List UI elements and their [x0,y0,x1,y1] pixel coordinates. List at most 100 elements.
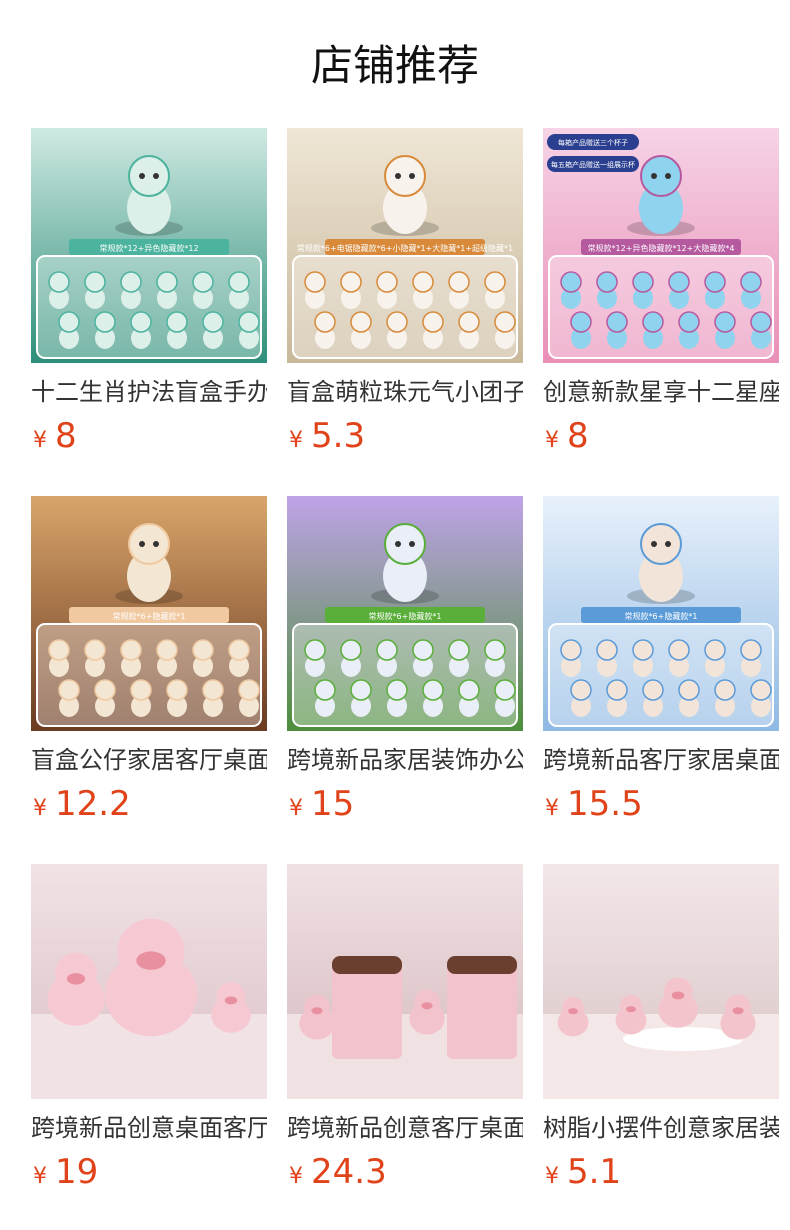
figure-eye [139,173,145,179]
lineup-figure-head [314,311,336,333]
figure-eye [665,541,671,547]
hero-figure-head [128,523,170,565]
pig-snout [732,1007,744,1015]
product-image[interactable]: 常规款*6+隐藏款*1 [287,496,523,731]
lineup-figure-head [376,639,398,661]
price-value: 12.2 [55,784,131,824]
lineup-figure-head [458,679,480,701]
product-image[interactable] [287,864,523,1099]
lineup-figure-head [412,271,434,293]
lineup-figure-head [350,679,372,701]
currency-symbol: ¥ [289,428,303,453]
product-price: ¥5.3 [289,416,365,456]
lineup-figure-head [458,311,480,333]
lineup-figure-head [570,311,592,333]
product-price: ¥12.2 [33,784,131,824]
lineup-figure-head [340,639,362,661]
figure-eye [153,173,159,179]
figure-eye [395,173,401,179]
hero-figure-head [640,155,682,197]
lineup-figure-head [120,271,142,293]
lineup-figure-head [750,311,772,333]
product-image[interactable] [543,864,779,1099]
lineup-figure-head [48,271,70,293]
hero-figure-head [640,523,682,565]
product-photo: 常规款*6+隐藏款*1 [31,496,267,731]
lineup-figure-head [494,679,516,701]
product-image[interactable]: 常规款*12+异色隐藏款*12 [31,128,267,363]
product-image[interactable]: 常规款*6+隐藏款*1 [543,496,779,731]
series-banner-text: 常规款*6+电锯隐藏款*6+小隐藏*1+大隐藏*1+超级隐藏*1 [297,243,513,253]
product-photo [287,864,523,1099]
series-banner-text: 常规款*6+隐藏款*1 [113,611,186,621]
product-card[interactable]: 常规款*6+隐藏款*1 跨境新品家居装饰办公 ¥15 [287,496,523,824]
figure-eye [665,173,671,179]
product-card[interactable]: 跨境新品创意桌面客厅 ¥19 [31,864,267,1192]
lineup-figure-head [750,679,772,701]
pig-snout [66,973,86,985]
lineup-figure-head [202,679,224,701]
product-name[interactable]: 盲盒公仔家居客厅桌面 [31,744,267,776]
product-image[interactable] [31,864,267,1099]
currency-symbol: ¥ [33,796,47,821]
product-card[interactable]: 跨境新品创意客厅桌面 ¥24.3 [287,864,523,1192]
product-name[interactable]: 盲盒萌粒珠元气小团子 [287,376,523,408]
promo-note-text: 每五箱产品赠送一组展示杯 [551,160,635,169]
lineup-figure-head [130,679,152,701]
lineup-figure-head [314,679,336,701]
product-card[interactable]: 常规款*6+隐藏款*1 盲盒公仔家居客厅桌面 ¥12.2 [31,496,267,824]
lineup-figure-head [740,271,762,293]
lineup-figure-head [228,271,250,293]
product-card[interactable]: 树脂小摆件创意家居装饰 ¥5.1 [543,864,779,1192]
lineup-figure-head [632,639,654,661]
price-value: 8 [55,416,77,456]
lineup-figure-head [494,311,516,333]
series-banner-text: 常规款*6+隐藏款*1 [625,611,698,621]
product-name[interactable]: 创意新款星享十二星座 [543,376,779,408]
product-photo: 常规款*12+异色隐藏款*12+大隐藏款*4 每箱产品赠送三个杯子每五箱产品赠送一… [543,128,779,363]
product-image[interactable]: 常规款*6+电锯隐藏款*6+小隐藏*1+大隐藏*1+超级隐藏*1 [287,128,523,363]
lineup-figure-head [422,679,444,701]
currency-symbol: ¥ [289,1164,303,1189]
series-banner-text: 常规款*6+隐藏款*1 [369,611,442,621]
product-card[interactable]: 常规款*6+电锯隐藏款*6+小隐藏*1+大隐藏*1+超级隐藏*1 盲盒萌粒珠元气… [287,128,523,456]
product-name[interactable]: 跨境新品客厅家居桌面 [543,744,779,776]
pig-snout [224,996,238,1005]
pig-snout [421,1002,433,1010]
product-photo: 常规款*6+电锯隐藏款*6+小隐藏*1+大隐藏*1+超级隐藏*1 [287,128,523,363]
price-value: 24.3 [311,1152,387,1192]
chocolate-drip [447,956,517,974]
lineup-figure-head [84,271,106,293]
product-card[interactable]: 常规款*12+异色隐藏款*12+大隐藏款*4 每箱产品赠送三个杯子 每五箱产品赠送一… [543,128,779,456]
lineup-figure-head [714,311,736,333]
product-name[interactable]: 十二生肖护法盲盒手办 [31,376,267,408]
lineup-figure-head [94,311,116,333]
lineup-figure-head [606,679,628,701]
lineup-figure-head [714,679,736,701]
product-image[interactable]: 常规款*6+隐藏款*1 [31,496,267,731]
price-value: 19 [55,1152,99,1192]
currency-symbol: ¥ [545,796,559,821]
product-card[interactable]: 常规款*6+隐藏款*1 跨境新品客厅家居桌面 ¥15.5 [543,496,779,824]
product-name[interactable]: 跨境新品创意客厅桌面 [287,1112,523,1144]
lineup-figure-head [156,271,178,293]
lineup-figure-head [386,679,408,701]
product-name[interactable]: 跨境新品家居装饰办公 [287,744,523,776]
product-card[interactable]: 常规款*12+异色隐藏款*12 十二生肖护法盲盒手办 ¥8 [31,128,267,456]
product-name[interactable]: 树脂小摆件创意家居装饰 [543,1112,779,1144]
figure-eye [651,541,657,547]
lineup-figure-head [120,639,142,661]
product-name[interactable]: 跨境新品创意桌面客厅 [31,1112,267,1144]
product-price: ¥5.1 [545,1152,621,1192]
figure-eye [409,173,415,179]
figure-eye [395,541,401,547]
lineup-figure-head [238,311,260,333]
lineup-figure-head [58,311,80,333]
product-image[interactable]: 常规款*12+异色隐藏款*12+大隐藏款*4 每箱产品赠送三个杯子 每五箱产品赠送一… [543,128,779,363]
lineup-figure-head [166,679,188,701]
product-price: ¥15 [289,784,354,824]
lineup-figure-head [606,311,628,333]
currency-symbol: ¥ [289,796,303,821]
lineup-figure-head [704,639,726,661]
lineup-figure-head [596,271,618,293]
